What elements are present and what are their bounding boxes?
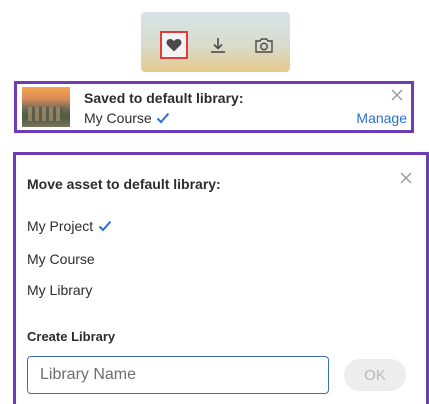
toast-close-button[interactable] bbox=[391, 88, 403, 106]
heart-icon bbox=[166, 39, 182, 52]
close-icon bbox=[400, 172, 412, 184]
checkmark-icon bbox=[98, 220, 112, 232]
saved-title: Saved to default library: bbox=[84, 90, 244, 106]
download-button[interactable] bbox=[205, 32, 231, 58]
download-icon bbox=[211, 38, 225, 53]
saved-library: My Course bbox=[84, 110, 170, 126]
save-to-library-button[interactable] bbox=[160, 31, 188, 59]
library-item-label: My Course bbox=[27, 251, 95, 267]
manage-link[interactable]: Manage bbox=[356, 110, 407, 126]
library-item-my-library[interactable]: My Library bbox=[27, 282, 92, 298]
camera-icon bbox=[255, 37, 273, 53]
panel-title: Move asset to default library: bbox=[27, 176, 221, 192]
screenshot-button[interactable] bbox=[251, 32, 277, 58]
library-item-label: My Library bbox=[27, 282, 93, 298]
move-asset-panel: Move asset to default library: My Projec… bbox=[13, 152, 429, 404]
saved-library-name: My Course bbox=[84, 110, 152, 126]
panel-close-button[interactable] bbox=[400, 171, 412, 189]
library-item-label: My Project bbox=[27, 218, 94, 234]
create-library-label: Create Library bbox=[27, 329, 116, 344]
saved-notification: Saved to default library: My Course Mana… bbox=[14, 81, 414, 133]
checkmark-icon bbox=[156, 112, 169, 124]
library-name-input[interactable] bbox=[27, 356, 329, 394]
library-item-my-course[interactable]: My Course bbox=[27, 251, 95, 267]
asset-thumbnail bbox=[22, 87, 70, 127]
ok-button[interactable]: OK bbox=[344, 359, 406, 391]
library-item-my-project[interactable]: My Project bbox=[27, 218, 112, 234]
asset-toolbar bbox=[141, 12, 290, 72]
close-icon bbox=[391, 89, 403, 101]
